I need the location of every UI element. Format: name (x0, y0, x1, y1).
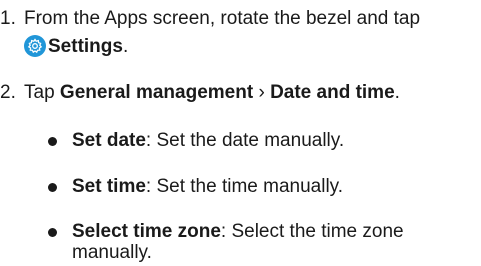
step-1-continuation: Settings. (0, 35, 481, 61)
general-management-label: General management (59, 82, 254, 103)
set-time-desc: : Set the time manually. (145, 176, 344, 197)
step-2-period: . (394, 82, 400, 103)
date-and-time-label: Date and time (270, 82, 395, 103)
set-time-term: Set time (72, 176, 146, 197)
select-time-zone-desc-line-2: manually. (72, 242, 152, 263)
bullet-set-time-text: Set time: Set the time manually. (72, 174, 343, 200)
select-time-zone-desc: : Select the time zone (220, 221, 404, 242)
settings-gear-icon (24, 35, 46, 57)
bullet-dot (48, 137, 57, 146)
step-1-line-1: From the Apps screen, rotate the bezel a… (24, 8, 421, 29)
step-2-prefix: Tap (24, 82, 60, 103)
step-1-line-2: Settings. (24, 35, 128, 59)
step-2-text: Tap General management › Date and time. (24, 81, 400, 105)
path-separator: › (253, 82, 271, 103)
bullet-set-date: Set date: Set the date manually. (48, 128, 478, 154)
step-1-number: 1. (0, 8, 16, 29)
step-2-number: 2. (0, 82, 16, 103)
instruction-document: 1. From the Apps screen, rotate the beze… (0, 0, 481, 263)
bullet-set-date-text: Set date: Set the date manually. (72, 128, 344, 154)
bullet-dot (48, 228, 57, 237)
bullet-dot (48, 183, 57, 192)
bullet-set-time: Set time: Set the time manually. (48, 174, 478, 200)
select-time-zone-term: Select time zone (72, 221, 221, 242)
step-2: 2. Tap General management › Date and tim… (0, 81, 481, 107)
set-date-term: Set date (72, 130, 146, 151)
step-1-period: . (122, 36, 129, 57)
settings-label: Settings (48, 36, 123, 57)
set-date-desc: : Set the date manually. (145, 130, 345, 151)
bullet-select-time-zone: Select time zone: Select the time zone m… (48, 219, 478, 263)
